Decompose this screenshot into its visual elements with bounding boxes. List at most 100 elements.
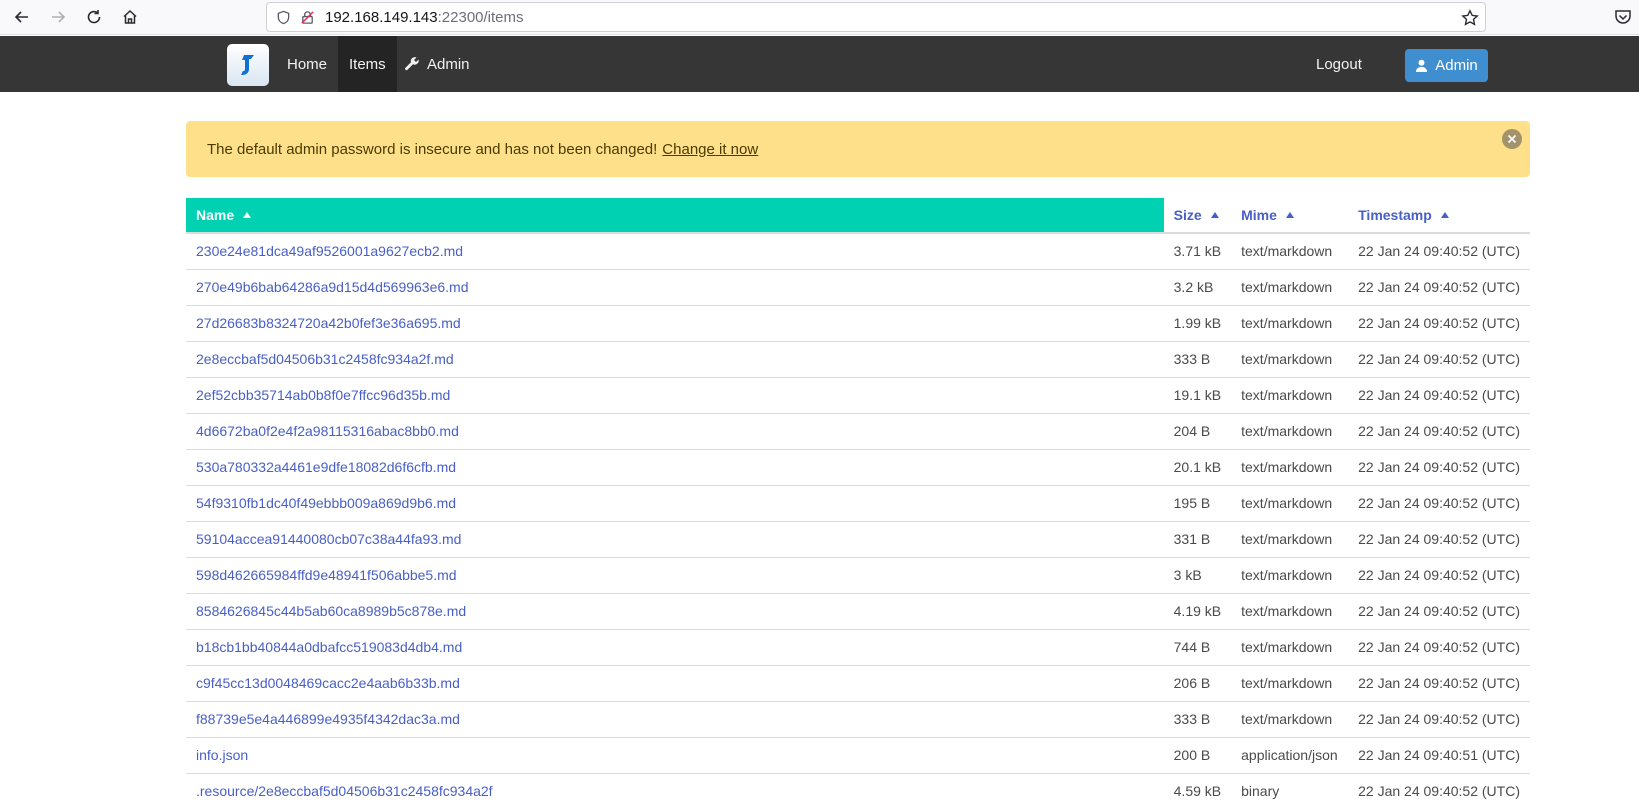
item-timestamp: 22 Jan 24 09:40:52 (UTC) (1348, 665, 1530, 702)
item-size: 3.71 kB (1163, 233, 1232, 270)
wrench-icon (405, 57, 419, 71)
item-name-link[interactable]: 2e8eccbaf5d04506b31c2458fc934a2f.md (186, 341, 1164, 378)
item-size: 3.2 kB (1163, 269, 1232, 306)
table-header-row: Name Size Mime Timestamp (186, 198, 1530, 234)
close-icon (1507, 134, 1517, 144)
table-row: info.json 200 Bapplication/json 22 Jan 24 … (186, 737, 1530, 774)
url-host: 192.168.149.143 (325, 8, 438, 26)
item-name-link[interactable]: f88739e5e4a446899e4935f4342dac3a.md (186, 701, 1164, 738)
item-size: 206 B (1163, 665, 1232, 702)
change-password-link[interactable]: Change it now (662, 141, 758, 158)
sort-asc-icon (243, 212, 252, 218)
insecure-lock-icon[interactable] (299, 9, 315, 25)
column-header-name[interactable]: Name (186, 198, 1164, 234)
item-timestamp: 22 Jan 24 09:40:52 (UTC) (1348, 701, 1530, 738)
item-size: 19.1 kB (1163, 377, 1232, 414)
pocket-icon[interactable] (1613, 7, 1633, 27)
item-name-link[interactable]: 27d26683b8324720a42b0fef3e36a695.md (186, 305, 1164, 342)
back-button[interactable] (8, 4, 36, 30)
item-size: 20.1 kB (1163, 449, 1232, 486)
item-timestamp: 22 Jan 24 09:40:52 (UTC) (1348, 557, 1530, 594)
item-timestamp: 22 Jan 24 09:40:51 (UTC) (1348, 737, 1530, 774)
item-size: 333 B (1163, 341, 1232, 378)
nav-items[interactable]: Items (338, 36, 397, 92)
table-row: 4d6672ba0f2e4f2a98115316abac8bb0.md 204 B… (186, 413, 1530, 450)
item-mime: text/markdown (1231, 269, 1349, 306)
bookmark-star-icon[interactable] (1461, 9, 1479, 27)
item-size: 195 B (1163, 485, 1232, 522)
address-bar[interactable]: 192.168.149.143:22300/items (266, 2, 1486, 32)
joplin-logo-icon (241, 55, 254, 75)
item-name-link[interactable]: 54f9310fb1dc40f49ebbb009a869d9b6.md (186, 485, 1164, 522)
arrow-right-icon (52, 11, 66, 23)
item-name-link[interactable]: 530a780332a4461e9dfe18082d6f6cfb.md (186, 449, 1164, 486)
logout-link[interactable]: Logout (1316, 36, 1362, 92)
admin-user-button[interactable]: Admin (1405, 49, 1488, 82)
item-mime: text/markdown (1231, 305, 1349, 342)
forward-button[interactable] (44, 4, 72, 30)
default-password-warning: The default admin password is insecure a… (186, 121, 1530, 177)
table-row: 27d26683b8324720a42b0fef3e36a695.md 1.99 … (186, 305, 1530, 342)
item-timestamp: 22 Jan 24 09:40:52 (UTC) (1348, 341, 1530, 378)
arrow-left-icon (14, 11, 28, 23)
nav-home[interactable]: Home (276, 36, 338, 92)
nav-home-label: Home (287, 55, 328, 73)
item-name-link[interactable]: 59104accea91440080cb07c38a44fa93.md (186, 521, 1164, 558)
column-header-size[interactable]: Size (1163, 198, 1232, 234)
item-name-link[interactable]: 270e49b6bab64286a9d15d4d569963e6.md (186, 269, 1164, 306)
column-header-mime-label: Mime (1241, 207, 1277, 223)
table-row: 530a780332a4461e9dfe18082d6f6cfb.md 20.1 … (186, 449, 1530, 486)
item-timestamp: 22 Jan 24 09:40:52 (UTC) (1348, 521, 1530, 558)
url-text: 192.168.149.143:22300/items (325, 9, 524, 26)
table-row: 8584626845c44b5ab60ca8989b5c878e.md 4.19 … (186, 593, 1530, 630)
item-size: 4.19 kB (1163, 593, 1232, 630)
table-row: 598d462665984ffd9e48941f506abbe5.md 3 kB t… (186, 557, 1530, 594)
nav-items-label: Items (349, 55, 386, 73)
column-header-mime[interactable]: Mime (1231, 198, 1349, 234)
sort-asc-icon (1440, 212, 1449, 218)
item-mime: text/markdown (1231, 629, 1349, 666)
item-name-link[interactable]: 2ef52cbb35714ab0b8f0e7ffcc96d35b.md (186, 377, 1164, 414)
joplin-logo[interactable] (227, 44, 269, 86)
item-mime: text/markdown (1231, 701, 1349, 738)
nav-admin[interactable]: Admin (393, 36, 481, 92)
item-name-link[interactable]: 598d462665984ffd9e48941f506abbe5.md (186, 557, 1164, 594)
item-mime: text/markdown (1231, 521, 1349, 558)
item-mime: binary (1231, 773, 1349, 809)
item-name-link[interactable]: info.json (186, 737, 1164, 774)
reload-button[interactable] (80, 4, 108, 30)
item-name-link[interactable]: 8584626845c44b5ab60ca8989b5c878e.md (186, 593, 1164, 630)
sort-asc-icon (1285, 212, 1294, 218)
item-mime: text/markdown (1231, 665, 1349, 702)
column-header-timestamp-label: Timestamp (1358, 207, 1432, 223)
dismiss-warning-button[interactable] (1502, 129, 1522, 149)
item-name-link[interactable]: .resource/2e8eccbaf5d04506b31c2458fc934a… (186, 773, 1164, 809)
item-timestamp: 22 Jan 24 09:40:52 (UTC) (1348, 485, 1530, 522)
column-header-timestamp[interactable]: Timestamp (1348, 198, 1530, 234)
item-timestamp: 22 Jan 24 09:40:52 (UTC) (1348, 413, 1530, 450)
table-row: 2ef52cbb35714ab0b8f0e7ffcc96d35b.md 19.1 … (186, 377, 1530, 414)
nav-admin-label: Admin (427, 55, 470, 73)
item-name-link[interactable]: b18cb1bb40844a0dbafcc519083d4db4.md (186, 629, 1164, 666)
table-row: 270e49b6bab64286a9d15d4d569963e6.md 3.2 k… (186, 269, 1530, 306)
url-path: :22300/items (437, 8, 524, 26)
shield-icon[interactable] (275, 9, 291, 25)
item-name-link[interactable]: 4d6672ba0f2e4f2a98115316abac8bb0.md (186, 413, 1164, 450)
item-name-link[interactable]: 230e24e81dca49af9526001a9627ecb2.md (186, 233, 1164, 270)
item-timestamp: 22 Jan 24 09:40:52 (UTC) (1348, 305, 1530, 342)
items-table: Name Size Mime Timestamp 230e24e81dca49a… (186, 198, 1530, 809)
table-row: f88739e5e4a446899e4935f4342dac3a.md 333 B… (186, 701, 1530, 738)
item-timestamp: 22 Jan 24 09:40:52 (UTC) (1348, 269, 1530, 306)
item-mime: text/markdown (1231, 449, 1349, 486)
table-row: 59104accea91440080cb07c38a44fa93.md 331 B… (186, 521, 1530, 558)
column-header-name-label: Name (196, 207, 235, 223)
item-timestamp: 22 Jan 24 09:40:52 (UTC) (1348, 773, 1530, 809)
item-mime: text/markdown (1231, 341, 1349, 378)
item-size: 1.99 kB (1163, 305, 1232, 342)
table-row: c9f45cc13d0048469cacc2e4aab6b33b.md 206 B… (186, 665, 1530, 702)
item-name-link[interactable]: c9f45cc13d0048469cacc2e4aab6b33b.md (186, 665, 1164, 702)
warning-message: The default admin password is insecure a… (207, 140, 658, 158)
item-size: 4.59 kB (1163, 773, 1232, 809)
item-size: 200 B (1163, 737, 1232, 774)
home-button[interactable] (116, 4, 144, 30)
